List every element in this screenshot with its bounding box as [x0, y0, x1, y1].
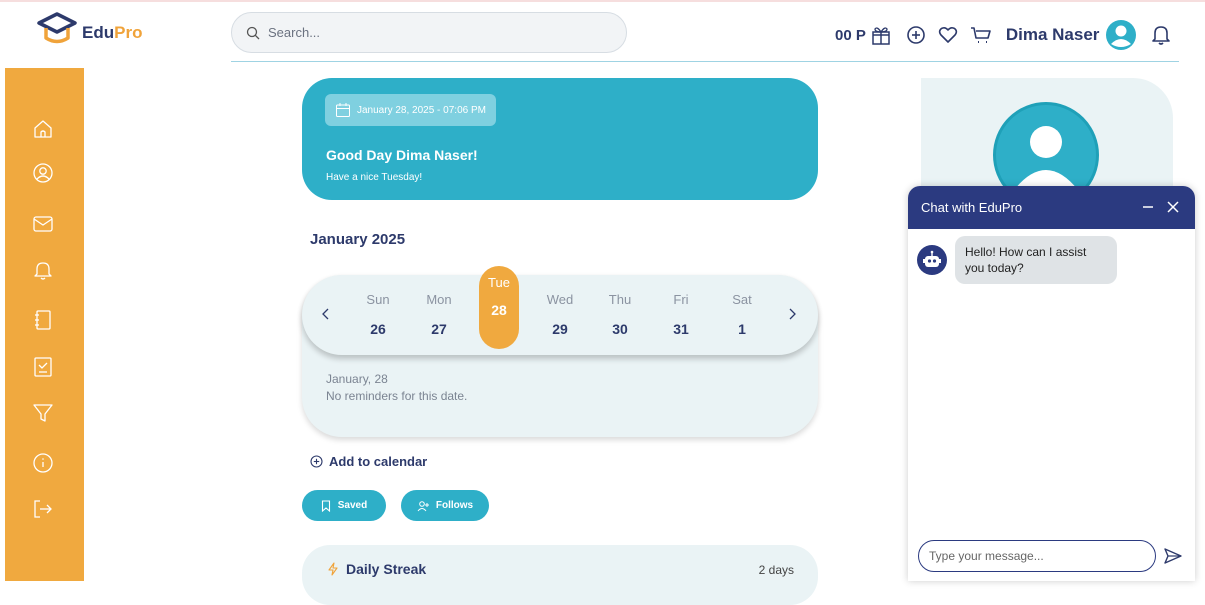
- search-input[interactable]: [268, 25, 608, 40]
- calendar-month: January 2025: [310, 231, 406, 248]
- calendar-day-name: Thu: [608, 292, 632, 307]
- top-border: [0, 0, 1205, 2]
- saved-label: Saved: [337, 500, 368, 511]
- mail-icon[interactable]: [32, 213, 54, 235]
- calendar-day[interactable]: Sat 1: [722, 292, 762, 337]
- header-divider: [231, 61, 1179, 62]
- cart-icon[interactable]: [970, 25, 992, 45]
- streak-value: 2 days: [758, 563, 794, 577]
- send-icon[interactable]: [1162, 546, 1184, 566]
- bell-icon[interactable]: [32, 259, 54, 281]
- header-toolbar: 00 P Dima Naser: [835, 19, 1171, 51]
- notebook-icon[interactable]: [32, 309, 54, 331]
- chevron-left-icon[interactable]: [319, 304, 333, 324]
- calendar-day[interactable]: Tue 28: [479, 266, 519, 349]
- follows-label: Follows: [435, 500, 474, 511]
- heart-icon[interactable]: [938, 25, 958, 45]
- minimize-icon[interactable]: [1139, 198, 1157, 216]
- notification-bell-icon[interactable]: [1151, 24, 1171, 46]
- calendar-day-number: 28: [491, 302, 507, 318]
- calendar-day[interactable]: Sun 26: [358, 292, 398, 337]
- daily-streak-card: Daily Streak 2 days: [302, 545, 818, 605]
- chat-message-input[interactable]: [918, 540, 1156, 572]
- logo-text: EduPro: [82, 23, 143, 42]
- calendar-day-name: Fri: [673, 292, 689, 307]
- search-icon: [246, 26, 260, 39]
- logout-icon[interactable]: [32, 498, 54, 520]
- calendar-day-name: Wed: [546, 292, 574, 307]
- info-icon[interactable]: [32, 452, 54, 474]
- calendar-day-number: 30: [612, 321, 628, 337]
- calendar-card: Sun 26 Mon 27 Tue 28 Wed 29 Thu 30 Fri 31 Sat 1 Janua…: [302, 266, 818, 437]
- saved-button[interactable]: Saved: [302, 490, 386, 521]
- reminder-date: January, 28: [326, 372, 388, 386]
- bot-message: Hello! How can I assist you today?: [955, 236, 1117, 284]
- checklist-icon[interactable]: [32, 356, 54, 378]
- calendar-day-number: 27: [431, 321, 447, 337]
- calendar-day-name: Sat: [732, 292, 752, 307]
- greeting-subtitle: Have a nice Tuesday!: [326, 172, 423, 183]
- calendar-icon: [336, 103, 350, 117]
- home-icon[interactable]: [32, 118, 54, 140]
- streak-title: Daily Streak: [326, 561, 426, 577]
- greeting-title: Good Day Dima Naser!: [326, 147, 478, 163]
- search-bar[interactable]: [231, 12, 627, 53]
- calendar-day-number: 29: [552, 321, 568, 337]
- graduation-cap-icon: [37, 12, 77, 44]
- bookmark-icon: [321, 499, 330, 512]
- chat-title: Chat with EduPro: [921, 200, 1023, 215]
- calendar-day-name: Sun: [366, 292, 390, 307]
- add-to-calendar-link[interactable]: Add to calendar: [310, 454, 427, 469]
- close-icon[interactable]: [1164, 198, 1182, 216]
- reminder-empty-text: No reminders for this date.: [326, 389, 468, 403]
- user-name[interactable]: Dima Naser: [1006, 25, 1100, 45]
- chevron-right-icon[interactable]: [785, 304, 799, 324]
- lightning-icon: [328, 562, 338, 576]
- date-time-badge: January 28, 2025 - 07:06 PM: [325, 94, 496, 126]
- filter-icon[interactable]: [32, 402, 54, 424]
- greeting-banner: January 28, 2025 - 07:06 PM Good Day Dim…: [302, 78, 818, 200]
- sidebar: [5, 68, 84, 581]
- gift-icon[interactable]: [870, 24, 892, 46]
- add-user-icon: [417, 500, 429, 511]
- follows-button[interactable]: Follows: [401, 490, 489, 521]
- calendar-day-number: 26: [370, 321, 386, 337]
- calendar-day-number: 1: [738, 321, 746, 337]
- calendar-day[interactable]: Fri 31: [661, 292, 701, 337]
- bot-icon: [917, 245, 947, 275]
- points-counter: 00 P: [835, 26, 866, 44]
- calendar-day[interactable]: Wed 29: [540, 292, 580, 337]
- add-to-calendar-label: Add to calendar: [329, 454, 428, 469]
- calendar-day[interactable]: Thu 30: [600, 292, 640, 337]
- profile-icon[interactable]: [32, 162, 54, 184]
- chat-widget: Chat with EduPro Hello! How can I assist…: [908, 186, 1195, 581]
- streak-title-text: Daily Streak: [346, 561, 427, 577]
- date-time-text: January 28, 2025 - 07:06 PM: [357, 104, 486, 116]
- logo[interactable]: EduPro: [36, 11, 142, 47]
- add-circle-icon[interactable]: [906, 25, 926, 45]
- calendar-day-number: 31: [673, 321, 689, 337]
- add-circle-icon: [310, 455, 323, 468]
- user-avatar-icon[interactable]: [1105, 19, 1137, 51]
- week-strip: Sun 26 Mon 27 Tue 28 Wed 29 Thu 30 Fri 31 Sat 1: [302, 266, 818, 355]
- calendar-day[interactable]: Mon 27: [419, 292, 459, 337]
- calendar-day-name: Tue: [488, 275, 510, 290]
- calendar-day-name: Mon: [426, 292, 452, 307]
